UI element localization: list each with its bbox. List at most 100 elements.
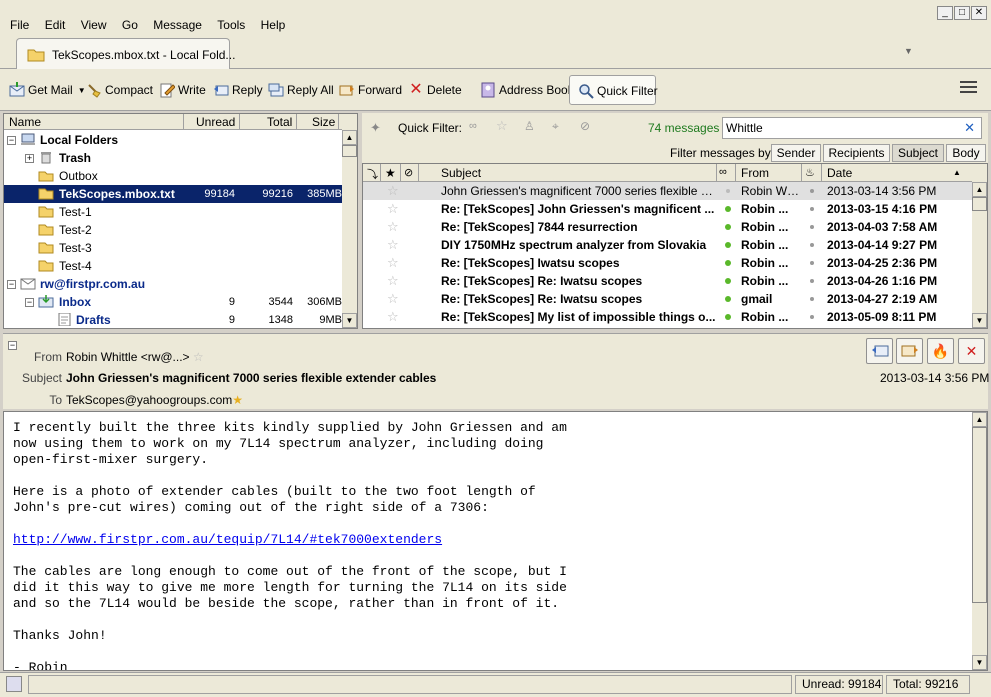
unread-dot-icon[interactable] bbox=[725, 260, 731, 266]
close-window-button[interactable]: ✕ bbox=[971, 6, 987, 20]
col-total[interactable]: Total bbox=[267, 115, 292, 129]
star-icon[interactable]: ☆ bbox=[387, 237, 399, 253]
pin-icon[interactable]: ✦ bbox=[370, 120, 381, 136]
folder-row-tekscopes[interactable]: TekScopes.mbox.txt 99184 99216 385MB bbox=[4, 185, 344, 203]
maximize-button[interactable]: □ bbox=[954, 6, 970, 20]
col-unread[interactable]: Unread bbox=[196, 115, 235, 129]
offline-status-icon[interactable] bbox=[6, 676, 22, 692]
col-from[interactable]: From bbox=[741, 166, 769, 180]
app-menu-icon[interactable] bbox=[960, 81, 977, 96]
folder-row-test-1[interactable]: Test-1 bbox=[4, 203, 344, 221]
star-icon[interactable]: ☆ bbox=[387, 201, 399, 217]
unread-filter-icon[interactable]: ∞ bbox=[469, 120, 477, 132]
menu-message[interactable]: Message bbox=[147, 14, 208, 32]
unread-dot-icon[interactable] bbox=[725, 242, 731, 248]
scroll-thumb[interactable] bbox=[342, 145, 357, 157]
scroll-thumb[interactable] bbox=[972, 427, 987, 603]
scroll-down-icon[interactable]: ▼ bbox=[972, 313, 987, 328]
filter-subject-button[interactable]: Subject bbox=[892, 144, 944, 162]
star-icon[interactable]: ☆ bbox=[387, 273, 399, 289]
star-icon[interactable]: ☆ bbox=[387, 219, 399, 235]
dropdown-arrow-icon[interactable]: ▼ bbox=[78, 86, 86, 95]
unread-dot-icon[interactable] bbox=[725, 206, 731, 212]
menu-file[interactable]: File bbox=[0, 14, 35, 32]
compact-button[interactable]: Compact bbox=[86, 80, 153, 100]
star-column-icon[interactable]: ★ bbox=[385, 166, 396, 180]
folder-row-test-4[interactable]: Test-4 bbox=[4, 257, 344, 275]
reply-header-button[interactable] bbox=[866, 338, 893, 364]
scroll-up-icon[interactable]: ▲ bbox=[342, 130, 357, 145]
star-icon[interactable]: ☆ bbox=[387, 255, 399, 271]
to-value[interactable]: TekScopes@yahoogroups.com★ bbox=[66, 393, 243, 407]
star-icon[interactable]: ☆ bbox=[387, 291, 399, 307]
get-mail-button[interactable]: Get Mail ▼ bbox=[9, 80, 86, 100]
from-value[interactable]: Robin Whittle <rw@...> ☆ bbox=[66, 350, 204, 364]
body-link[interactable]: http://www.firstpr.com.au/tequip/7L14/#t… bbox=[13, 532, 442, 547]
unread-dot-icon[interactable] bbox=[725, 278, 731, 284]
junk-header-button[interactable]: 🔥 bbox=[927, 338, 954, 364]
menu-go[interactable]: Go bbox=[116, 14, 144, 32]
collapse-toggle-icon[interactable]: − bbox=[7, 280, 16, 289]
message-row[interactable]: ☆ Re: [TekScopes] Re: Iwatsu scopes gmai… bbox=[363, 290, 973, 308]
message-row[interactable]: ☆ DIY 1750MHz spectrum analyzer from Slo… bbox=[363, 236, 973, 254]
junk-column-icon[interactable]: ♨ bbox=[805, 166, 815, 179]
junk-dot-icon[interactable] bbox=[810, 225, 814, 229]
message-row[interactable]: ☆ Re: [TekScopes] Re: Iwatsu scopes Robi… bbox=[363, 272, 973, 290]
message-row[interactable]: ☆ Re: [TekScopes] 7844 resurrection Robi… bbox=[363, 218, 973, 236]
reply-all-button[interactable]: Reply All bbox=[268, 80, 334, 100]
thread-column-icon[interactable]: ⤵ bbox=[367, 166, 378, 182]
junk-dot-icon[interactable] bbox=[810, 279, 814, 283]
menu-view[interactable]: View bbox=[75, 14, 113, 32]
read-dot-icon[interactable] bbox=[726, 189, 730, 193]
message-row[interactable]: ☆ Re: [TekScopes] Iwatsu scopes Robin ..… bbox=[363, 254, 973, 272]
star-icon[interactable]: ☆ bbox=[193, 350, 204, 364]
read-column-icon[interactable]: ∞ bbox=[719, 166, 727, 178]
junk-dot-icon[interactable] bbox=[810, 243, 814, 247]
menu-help[interactable]: Help bbox=[255, 14, 292, 32]
collapse-header-icon[interactable]: − bbox=[8, 341, 17, 350]
junk-dot-icon[interactable] bbox=[810, 315, 814, 319]
col-size[interactable]: Size bbox=[312, 115, 335, 129]
minimize-button[interactable]: _ bbox=[937, 6, 953, 20]
folder-scrollbar[interactable]: ▲ ▼ bbox=[342, 114, 357, 328]
folder-row-test-3[interactable]: Test-3 bbox=[4, 239, 344, 257]
tab-tekscopes[interactable]: TekScopes.mbox.txt - Local Fold... bbox=[16, 38, 235, 69]
col-name[interactable]: Name bbox=[9, 115, 41, 129]
folder-row-test-2[interactable]: Test-2 bbox=[4, 221, 344, 239]
unread-dot-icon[interactable] bbox=[725, 296, 731, 302]
star-icon[interactable]: ☆ bbox=[387, 183, 399, 199]
filter-sender-button[interactable]: Sender bbox=[771, 144, 821, 162]
scroll-down-icon[interactable]: ▼ bbox=[342, 313, 357, 328]
quick-filter-search[interactable]: ✕ bbox=[722, 117, 982, 139]
unread-dot-icon[interactable] bbox=[725, 224, 731, 230]
col-date[interactable]: Date bbox=[827, 166, 852, 180]
folder-row-local-folders[interactable]: − Local Folders bbox=[4, 131, 344, 149]
filter-body-button[interactable]: Body bbox=[946, 144, 986, 162]
scroll-down-icon[interactable]: ▼ bbox=[972, 655, 987, 670]
menu-tools[interactable]: Tools bbox=[211, 14, 251, 32]
thread-scrollbar[interactable]: ▲ ▼ bbox=[972, 164, 987, 328]
forward-button[interactable]: Forward bbox=[339, 80, 402, 100]
delete-header-button[interactable]: ✕ bbox=[958, 338, 985, 364]
junk-dot-icon[interactable] bbox=[810, 297, 814, 301]
collapse-toggle-icon[interactable]: − bbox=[7, 136, 16, 145]
star-icon[interactable]: ☆ bbox=[387, 309, 399, 325]
write-button[interactable]: Write bbox=[159, 80, 206, 100]
col-subject[interactable]: Subject bbox=[441, 166, 481, 180]
junk-dot-icon[interactable] bbox=[810, 207, 814, 211]
body-scrollbar[interactable]: ▲ ▼ bbox=[972, 412, 987, 670]
contact-filter-icon[interactable]: ♙ bbox=[524, 119, 535, 133]
scroll-thumb[interactable] bbox=[972, 197, 987, 211]
folder-row-trash[interactable]: + Trash bbox=[4, 149, 344, 167]
clear-icon[interactable]: ✕ bbox=[964, 120, 975, 136]
reply-button[interactable]: Reply bbox=[213, 80, 263, 100]
delete-button[interactable]: ✕ Delete bbox=[408, 80, 461, 100]
star-icon[interactable]: ★ bbox=[232, 393, 243, 407]
folder-row-account[interactable]: − rw@firstpr.com.au bbox=[4, 275, 344, 293]
folder-row-drafts[interactable]: Drafts 9 1348 9MB bbox=[4, 311, 344, 329]
folder-row-outbox[interactable]: Outbox bbox=[4, 167, 344, 185]
message-row[interactable]: ☆ Re: [TekScopes] John Griessen's magnif… bbox=[363, 200, 973, 218]
tag-filter-icon[interactable]: ⌖ bbox=[552, 119, 559, 134]
starred-filter-icon[interactable]: ☆ bbox=[496, 118, 508, 134]
junk-dot-icon[interactable] bbox=[810, 189, 814, 193]
